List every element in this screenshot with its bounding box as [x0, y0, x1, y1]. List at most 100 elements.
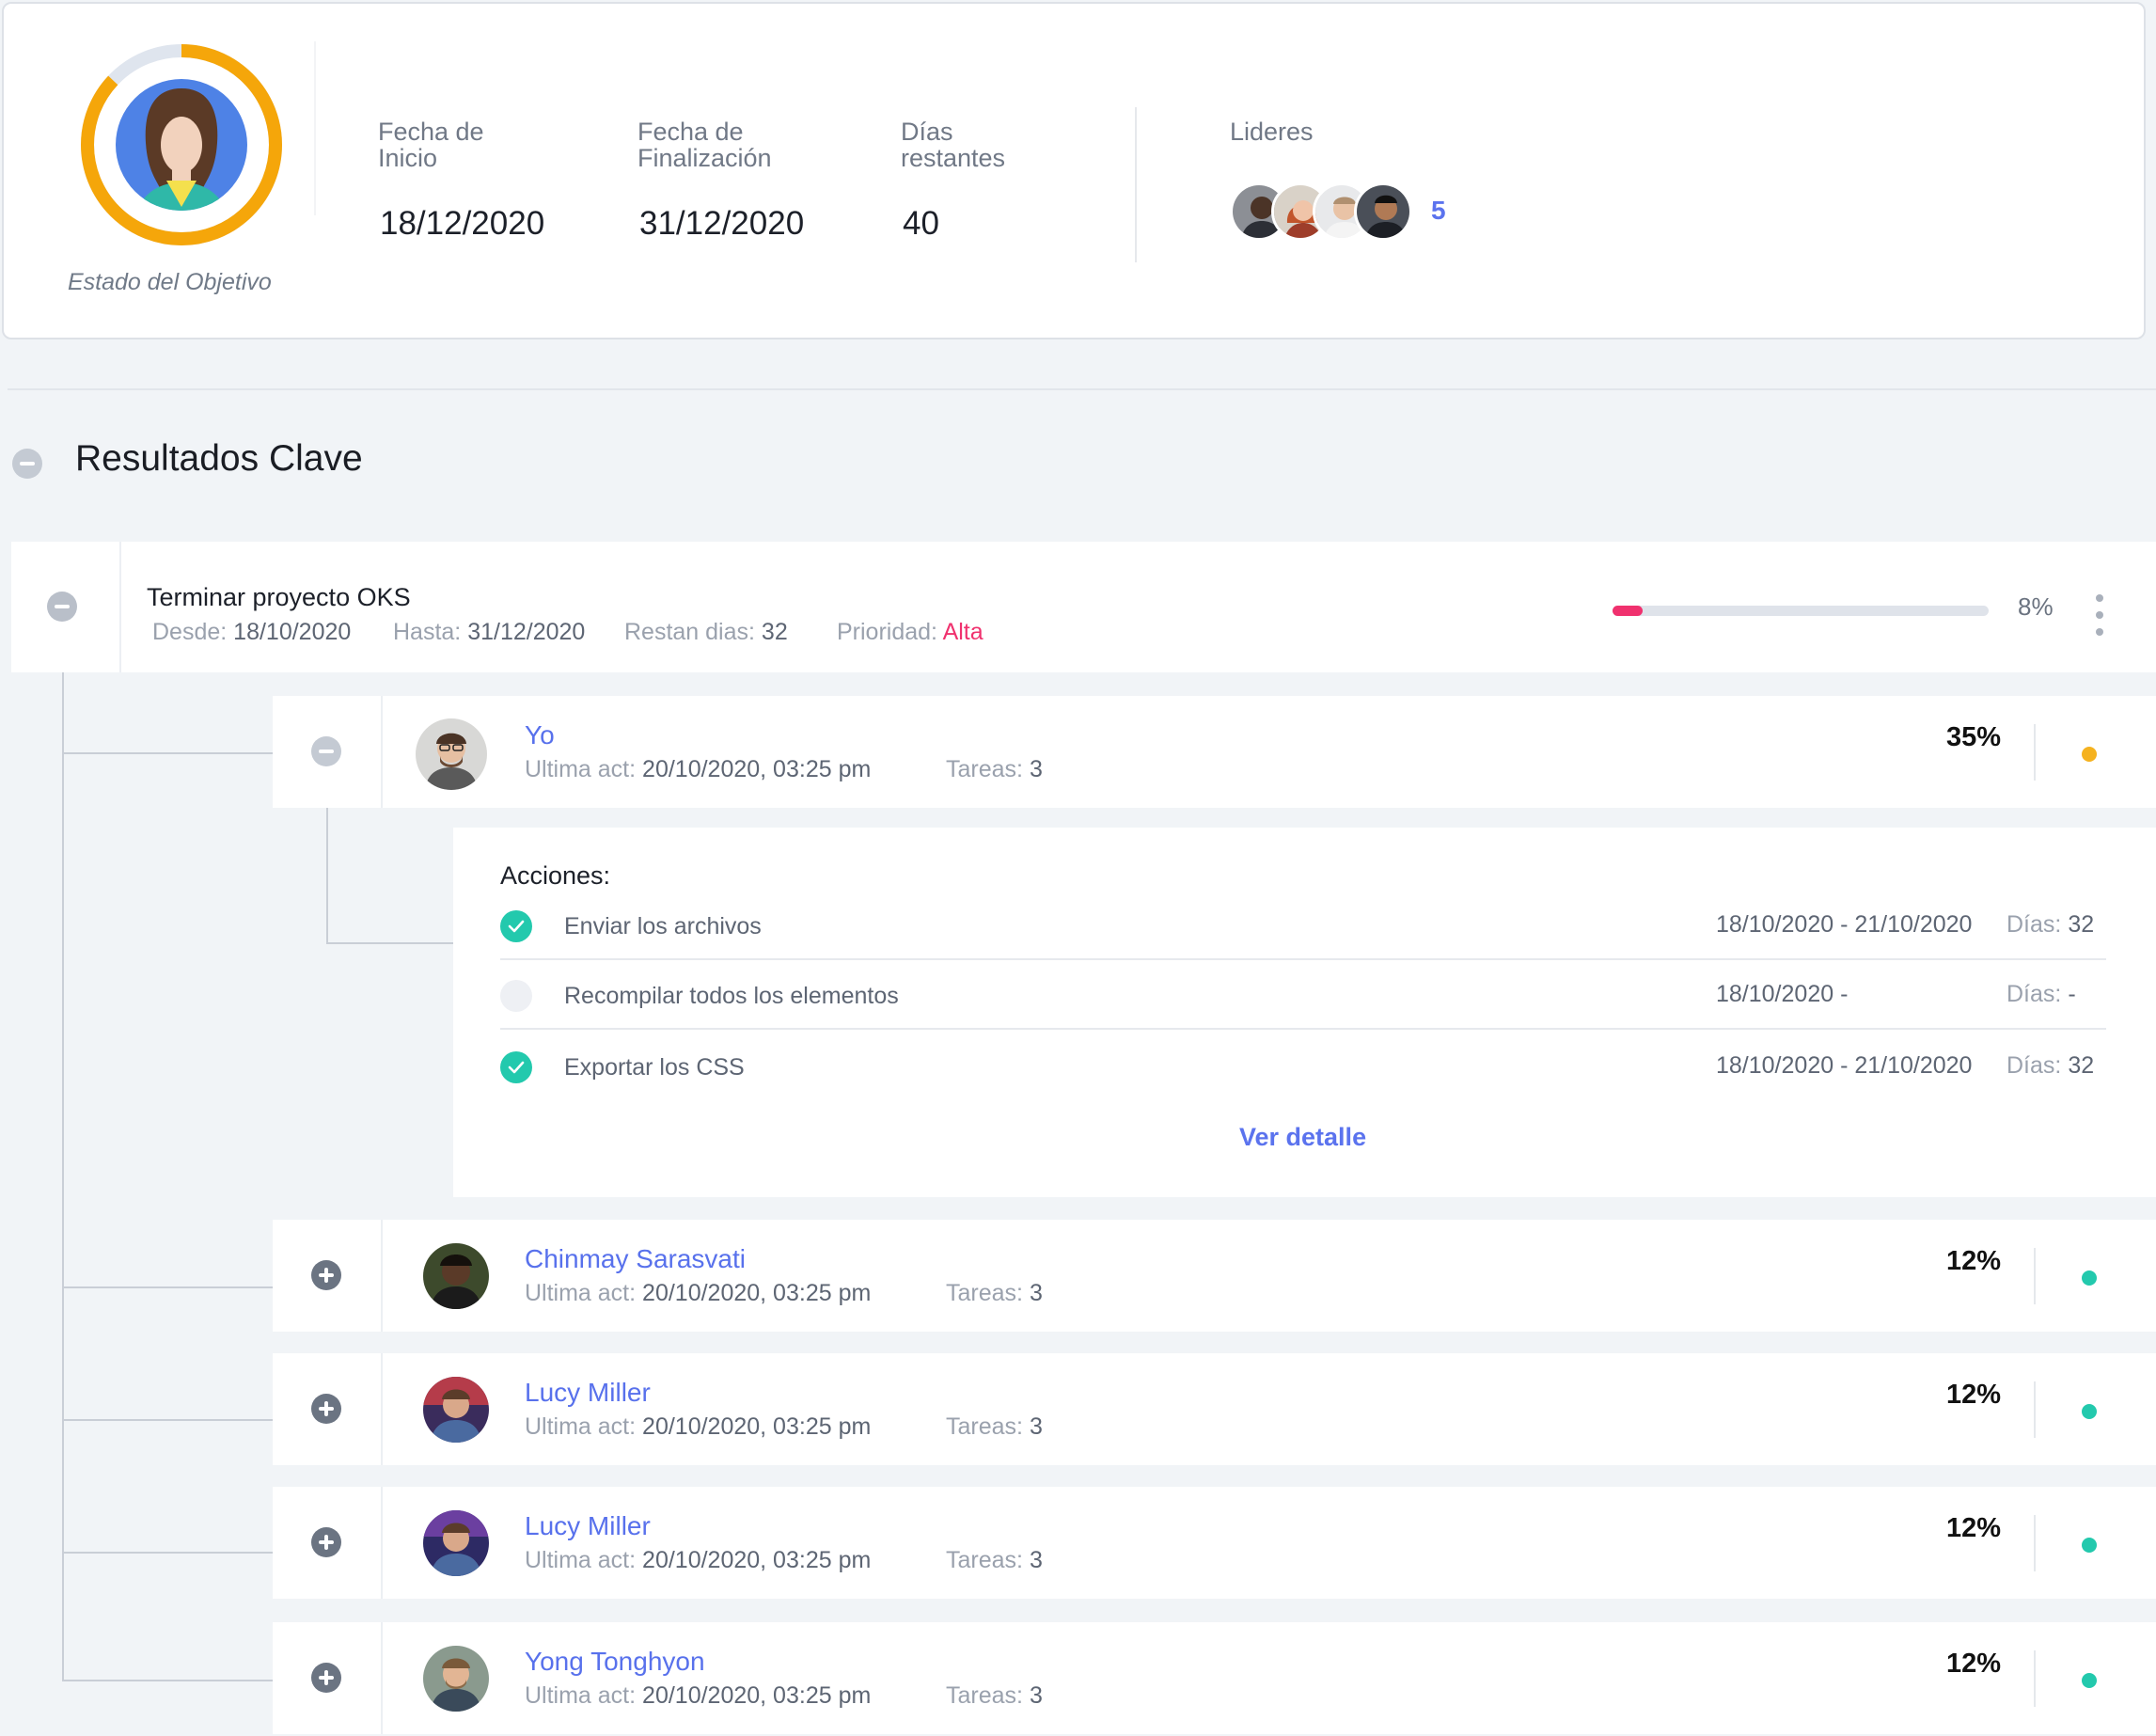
member-row[interactable]: Yong Tonghyon Ultima act: 20/10/2020, 03… [273, 1622, 2156, 1734]
member-row[interactable]: Chinmay Sarasvati Ultima act: 20/10/2020… [273, 1220, 2156, 1332]
member-percent: 12% [1946, 1649, 2002, 1679]
status-dot [2082, 1404, 2097, 1419]
minus-icon [319, 750, 334, 753]
status-dot [2082, 1270, 2097, 1286]
days-remaining-value: 40 [903, 205, 939, 242]
avatar [423, 1510, 489, 1576]
key-result-progress-label: 8% [2018, 592, 2054, 621]
objective-summary-card: Estado del Objetivo Fecha de Inicio 18/1… [2, 2, 2146, 339]
divider [2034, 1650, 2036, 1707]
plus-icon [319, 1670, 334, 1685]
tasks-label: Tareas: [946, 756, 1023, 782]
expand-member-button[interactable] [311, 1394, 341, 1424]
checkbox-unchecked-icon[interactable] [500, 980, 532, 1012]
collapse-section-button[interactable] [12, 449, 42, 479]
expand-member-button[interactable] [311, 1527, 341, 1557]
action-item[interactable]: Recompilar todos los elementos 18/10/202… [500, 960, 2106, 1030]
expand-member-button[interactable] [311, 1260, 341, 1290]
last-update-label: Ultima act: [525, 756, 637, 782]
priority-value: Alta [942, 619, 984, 645]
days-value: 32 [2068, 911, 2095, 938]
member-percent: 12% [1946, 1513, 2002, 1543]
divider [381, 696, 383, 808]
action-item[interactable]: Enviar los archivos 18/10/2020 - 21/10/2… [500, 891, 2106, 960]
leader-avatar[interactable] [1354, 182, 1412, 241]
member-meta: Ultima act: 20/10/2020, 03:25 pm Tareas:… [525, 1413, 1043, 1441]
avatar [416, 718, 487, 790]
objective-status-caption: Estado del Objetivo [68, 269, 272, 295]
expand-member-button[interactable] [311, 1663, 341, 1693]
collapse-member-button[interactable] [311, 736, 341, 766]
member-name[interactable]: Lucy Miller [525, 1511, 651, 1541]
key-result-title[interactable]: Terminar proyecto OKS [147, 583, 411, 612]
member-percent: 12% [1946, 1380, 2002, 1410]
action-text: Exportar los CSS [564, 1054, 745, 1081]
section-title: Resultados Clave [75, 438, 363, 479]
tasks-count: Tareas: 3 [946, 1682, 1043, 1710]
member-row[interactable]: Lucy Miller Ultima act: 20/10/2020, 03:2… [273, 1487, 2156, 1599]
last-update-value: 20/10/2020, 03:25 pm [642, 1413, 872, 1440]
start-value: 18/10/2020 [233, 619, 352, 645]
tree-connector [62, 752, 273, 754]
checkbox-checked-icon[interactable] [500, 1051, 532, 1083]
last-update-label: Ultima act: [525, 1682, 637, 1709]
more-options-icon[interactable] [2095, 594, 2104, 636]
divider [381, 1353, 383, 1465]
objective-status-ring [81, 44, 282, 245]
divider [314, 41, 316, 215]
tasks-count: Tareas: 3 [946, 1413, 1043, 1441]
action-days: Días: 32 [2006, 911, 2094, 939]
action-item[interactable]: Exportar los CSS 18/10/2020 - 21/10/2020… [500, 1032, 2106, 1101]
member-name[interactable]: Lucy Miller [525, 1378, 651, 1408]
action-text: Enviar los archivos [564, 913, 762, 939]
action-dates: 18/10/2020 - [1716, 981, 1849, 1007]
divider [119, 542, 121, 672]
tasks-count: Tareas: 3 [946, 1280, 1043, 1307]
member-meta: Ultima act: 20/10/2020, 03:25 pm Tareas:… [525, 1547, 1043, 1574]
end-date-value: 31/12/2020 [639, 205, 805, 242]
view-detail-link[interactable]: Ver detalle [1239, 1123, 1366, 1152]
key-result-priority: Prioridad: Alta [837, 619, 984, 646]
last-update-label: Ultima act: [525, 1413, 637, 1440]
progress-fill [1613, 606, 1643, 616]
action-dates: 18/10/2020 - 21/10/2020 [1716, 1052, 1973, 1079]
minus-icon [55, 605, 70, 608]
end-value: 31/12/2020 [467, 619, 586, 645]
tree-connector [62, 1552, 273, 1554]
tasks-label: Tareas: [946, 1280, 1023, 1306]
days-label: Días: [2006, 981, 2062, 1007]
member-name[interactable]: Chinmay Sarasvati [525, 1244, 746, 1274]
actions-panel: Acciones: Enviar los archivos 18/10/2020… [453, 828, 2156, 1197]
tasks-count: Tareas: 3 [946, 1547, 1043, 1574]
leaders-count[interactable]: 5 [1431, 196, 1446, 226]
tasks-label: Tareas: [946, 1547, 1023, 1573]
days-label: Días: [2006, 911, 2062, 938]
status-dot [2082, 1673, 2097, 1688]
remaining-value: 32 [761, 619, 788, 645]
member-row[interactable]: Yo Ultima act: 20/10/2020, 03:25 pm Tare… [273, 696, 2156, 808]
last-update-value: 20/10/2020, 03:25 pm [642, 1682, 872, 1709]
divider [2034, 1248, 2036, 1304]
action-dates: 18/10/2020 - 21/10/2020 [1716, 911, 1973, 938]
last-update-label: Ultima act: [525, 1547, 637, 1573]
member-meta: Ultima act: 20/10/2020, 03:25 pm Tareas:… [525, 1682, 1043, 1710]
leaders-label: Lideres [1230, 118, 1314, 146]
last-update-value: 20/10/2020, 03:25 pm [642, 1280, 872, 1306]
tasks-label: Tareas: [946, 1682, 1023, 1709]
divider [2034, 1515, 2036, 1571]
tree-connector [62, 1419, 273, 1421]
days-value: - [2068, 981, 2076, 1007]
divider [1135, 107, 1137, 262]
collapse-key-result-button[interactable] [47, 592, 77, 622]
member-meta: Ultima act: 20/10/2020, 03:25 pm Tareas:… [525, 1280, 1043, 1307]
priority-label: Prioridad: [837, 619, 937, 645]
tasks-value: 3 [1029, 756, 1043, 782]
checkbox-checked-icon[interactable] [500, 910, 532, 942]
status-dot [2082, 747, 2097, 762]
member-name[interactable]: Yong Tonghyon [525, 1647, 705, 1677]
last-update-value: 20/10/2020, 03:25 pm [642, 756, 872, 782]
member-name[interactable]: Yo [525, 720, 555, 750]
member-row[interactable]: Lucy Miller Ultima act: 20/10/2020, 03:2… [273, 1353, 2156, 1465]
status-dot [2082, 1538, 2097, 1553]
plus-icon [319, 1401, 334, 1416]
